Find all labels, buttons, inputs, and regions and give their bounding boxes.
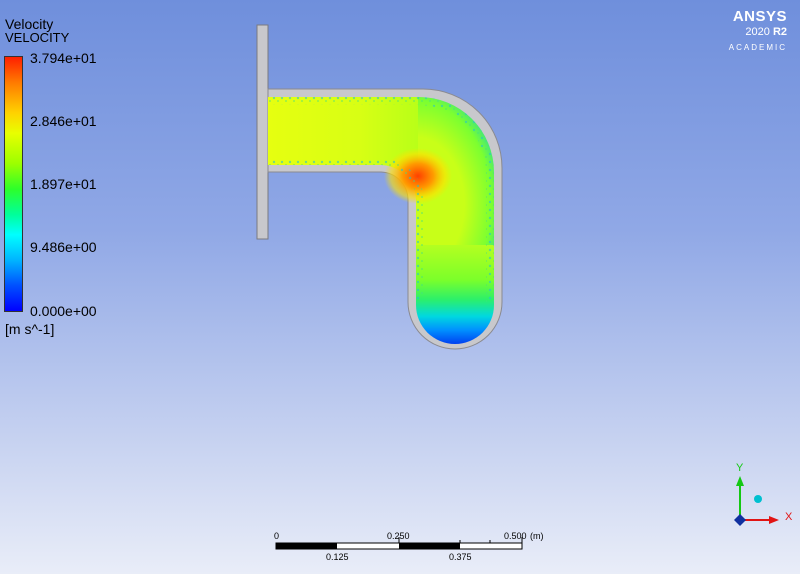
scale-label-0-500: 0.500 <box>504 531 527 541</box>
cfd-viewport[interactable]: Y X <box>0 0 800 574</box>
y-axis-label: Y <box>736 462 744 474</box>
outlet-flow-region <box>416 245 494 344</box>
inlet-flange <box>256 24 269 240</box>
scale-label-0: 0 <box>274 531 280 541</box>
scale-label-0-250: 0.250 <box>387 531 410 541</box>
axis-triad[interactable] <box>734 476 779 526</box>
scale-unit: (m) <box>530 531 544 541</box>
scale-label-0-125: 0.125 <box>326 552 349 562</box>
x-axis-label: X <box>785 511 793 523</box>
scale-label-0-375: 0.375 <box>449 552 472 562</box>
